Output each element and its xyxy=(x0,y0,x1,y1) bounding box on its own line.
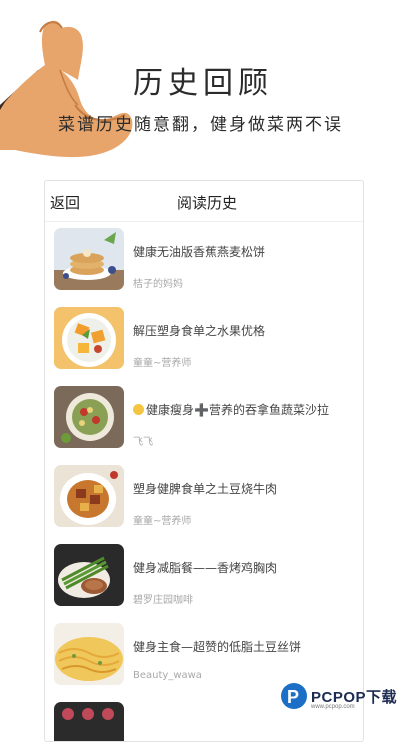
recipe-title: 健康无油版香蕉燕麦松饼 xyxy=(133,245,266,259)
recipe-title: 解压塑身食单之水果优格 xyxy=(133,324,266,338)
history-list: 健康无油版香蕉燕麦松饼 桔子的妈妈 解压塑身食单之水果优格 童童~营养师 健康瘦… xyxy=(45,222,363,741)
watermark-url: www.pcpop.com xyxy=(311,704,355,710)
recipe-author: 童童~营养师 xyxy=(133,516,192,527)
list-item[interactable]: 健康无油版香蕉燕麦松饼 桔子的妈妈 xyxy=(45,222,363,301)
page-title: 阅读历史 xyxy=(177,194,238,212)
recipe-title: 健身减脂餐——香烤鸡胸肉 xyxy=(133,561,278,575)
list-item[interactable]: 健身减脂餐——香烤鸡胸肉 碧罗庄园咖啡 xyxy=(45,538,363,617)
promo-subtitle: 菜谱历史随意翻，健身做菜两不误 xyxy=(58,115,343,135)
phone-screen: 返回 阅读历史 健康无油版香蕉燕麦松饼 桔子的妈妈 解压塑身食单之水果优格 童童… xyxy=(44,180,364,742)
recipe-thumbnail-pancakes xyxy=(54,228,124,290)
recipe-thumbnail-potato-pancake xyxy=(54,623,124,685)
recipe-thumbnail-tuna-salad xyxy=(54,386,124,448)
pcpop-logo-icon: P xyxy=(281,683,307,709)
recipe-author: 碧罗庄园咖啡 xyxy=(133,595,193,606)
smile-emoji-icon xyxy=(133,404,144,415)
recipe-thumbnail-beef-potato xyxy=(54,465,124,527)
recipe-thumbnail-partial xyxy=(54,702,124,741)
recipe-author: 童童~营养师 xyxy=(133,358,192,369)
pcpop-watermark: P PCPOP下载 www.pcpop.com xyxy=(281,681,405,717)
top-bar: 返回 阅读历史 xyxy=(45,181,363,222)
recipe-title: 健身主食—超赞的低脂土豆丝饼 xyxy=(133,640,302,654)
promo-title: 历史回顾 xyxy=(133,66,273,101)
flexed-arm-icon xyxy=(0,20,133,158)
recipe-author: 飞飞 xyxy=(133,437,153,448)
list-item[interactable]: 健康瘦身➕营养的吞拿鱼蔬菜沙拉 飞飞 xyxy=(45,380,363,459)
recipe-thumbnail-chicken-breast xyxy=(54,544,124,606)
recipe-title: 塑身健脾食单之土豆烧牛肉 xyxy=(133,482,278,496)
recipe-title: 健康瘦身➕营养的吞拿鱼蔬菜沙拉 xyxy=(133,401,329,418)
recipe-thumbnail-fruit-yogurt xyxy=(54,307,124,369)
list-item[interactable]: 解压塑身食单之水果优格 童童~营养师 xyxy=(45,301,363,380)
list-item[interactable]: 塑身健脾食单之土豆烧牛肉 童童~营养师 xyxy=(45,459,363,538)
recipe-author: 桔子的妈妈 xyxy=(133,279,183,290)
recipe-author: Beauty_wawa xyxy=(133,670,202,681)
back-button[interactable]: 返回 xyxy=(50,192,80,213)
